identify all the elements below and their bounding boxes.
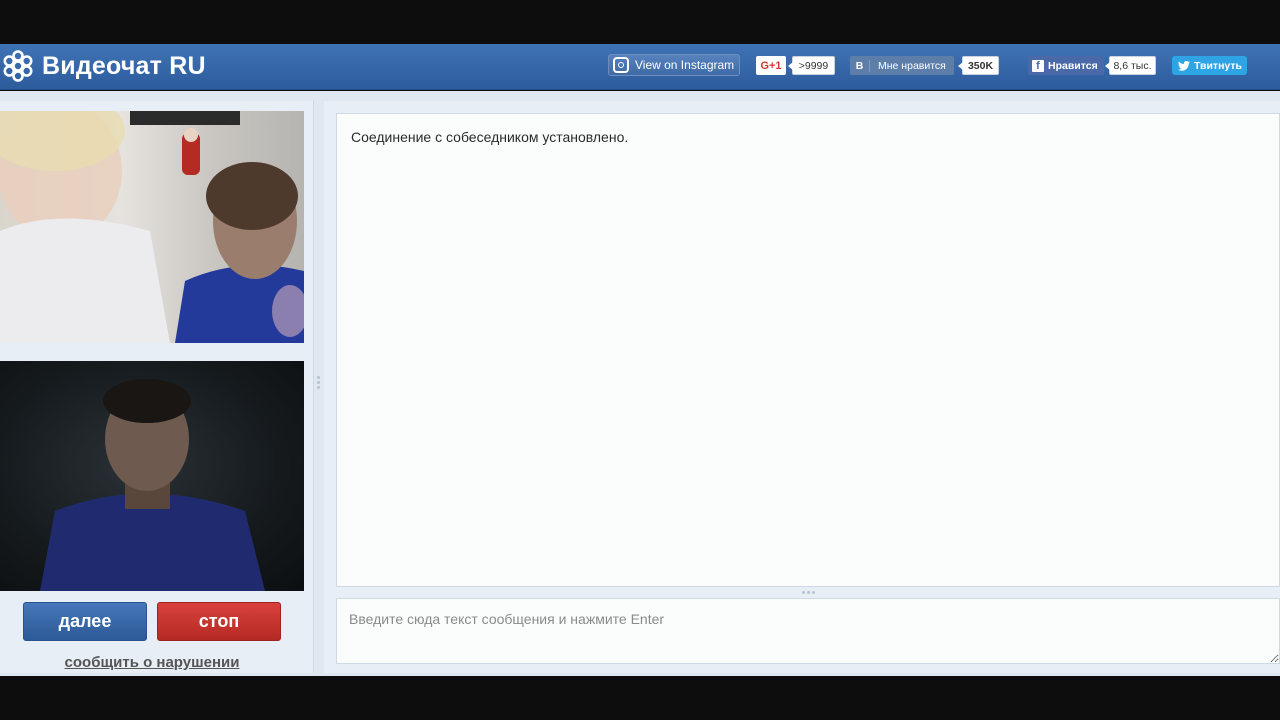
instagram-icon: [613, 57, 629, 73]
message-input[interactable]: [336, 598, 1280, 664]
letterbox-top: [0, 0, 1280, 44]
remote-video: [0, 111, 304, 343]
gplus-button[interactable]: G+1: [756, 56, 786, 75]
site-title[interactable]: Видеочат RU: [42, 52, 206, 81]
site-header: Видеочат RU View on Instagram G+1 >9999 …: [0, 44, 1280, 90]
horizontal-splitter-handle[interactable]: [802, 591, 815, 594]
next-button[interactable]: далее: [23, 602, 147, 641]
chat-log: Соединение с собеседником установлено.: [336, 113, 1280, 587]
facebook-icon: f: [1032, 59, 1044, 72]
logo-icon: [3, 50, 33, 82]
letterbox-bottom: [0, 676, 1280, 720]
gplus-count: >9999: [788, 56, 835, 75]
facebook-like-button[interactable]: f Нравится: [1028, 56, 1104, 75]
self-video: [0, 361, 304, 591]
system-message: Соединение с собеседником установлено.: [351, 129, 629, 145]
facebook-like-label: Нравится: [1048, 59, 1098, 72]
tweet-button[interactable]: Твитнуть: [1172, 56, 1247, 75]
vk-like-label: Мне нравится: [878, 59, 946, 72]
stop-button[interactable]: стоп: [157, 602, 281, 641]
instagram-button[interactable]: View on Instagram: [608, 54, 740, 76]
self-video-frame: [40, 379, 265, 591]
chat-panel: Соединение с собеседником установлено.: [324, 101, 1280, 673]
vk-like-button[interactable]: B Мне нравится: [850, 56, 954, 75]
vk-like-count: 350K: [958, 56, 999, 75]
video-panel: далее стоп сообщить о нарушении: [0, 101, 314, 673]
vertical-splitter-handle[interactable]: [317, 376, 321, 392]
instagram-label: View on Instagram: [635, 58, 735, 72]
remote-video-frame: [0, 111, 304, 343]
vk-icon: B: [850, 59, 870, 72]
twitter-bird-icon: [1178, 60, 1190, 71]
main-area: далее стоп сообщить о нарушении Соединен…: [0, 91, 1280, 676]
tweet-label: Твитнуть: [1194, 59, 1242, 72]
facebook-like-count: 8,6 тыс.: [1105, 56, 1156, 75]
report-violation-link[interactable]: сообщить о нарушении: [0, 654, 304, 671]
